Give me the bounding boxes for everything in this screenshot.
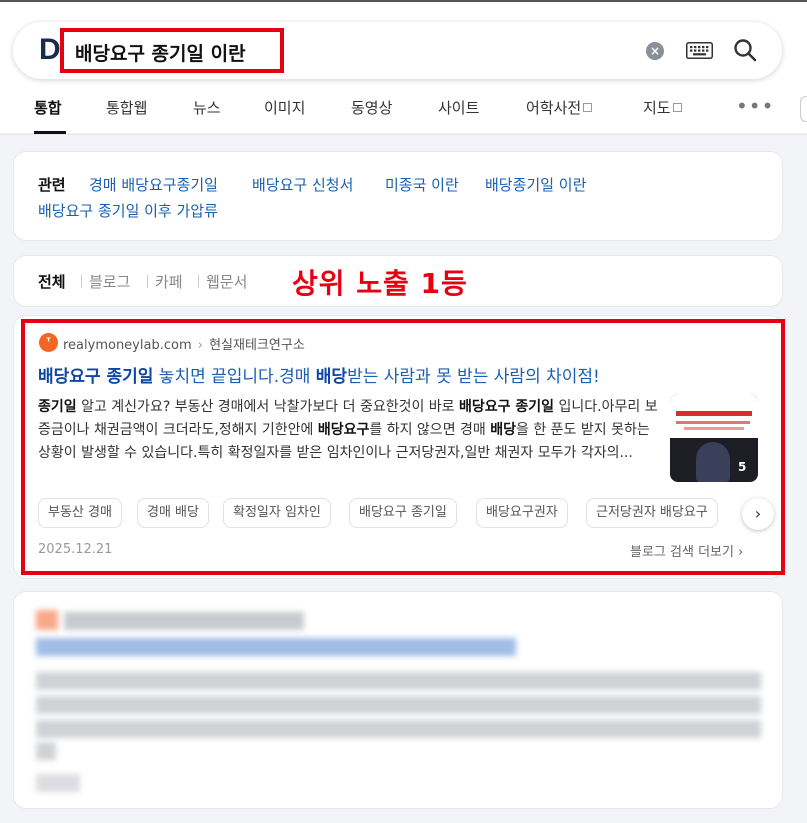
related-searches: 관련 경매 배당요구종기일 배당요구 신청서 미종국 이란 배당종기일 이란 배… bbox=[14, 152, 782, 240]
thumbnail-title-bar bbox=[676, 411, 752, 416]
tab-dictionary-label: 어학사전 bbox=[526, 99, 582, 117]
blurred-line bbox=[36, 742, 56, 760]
snippet-highlight: 종기일 bbox=[38, 399, 77, 415]
top-bar: D 배당요구 종기일 이란 × 통합 통합웹 뉴스 이미지 동영상 사이트 어학… bbox=[0, 0, 807, 135]
snippet-text: 알고 계신가요? 부동산 경매에서 낙찰가보다 더 중요한것이 바로 bbox=[76, 399, 460, 415]
blurred-line bbox=[36, 720, 761, 738]
keyboard-icon[interactable] bbox=[686, 42, 713, 59]
snippet-text: 를 하지 않으면 경매 bbox=[369, 422, 491, 438]
site-favicon-icon[interactable]: ᵀ bbox=[39, 333, 58, 352]
tab-map[interactable]: 지도 bbox=[643, 97, 682, 118]
keyword-chip[interactable]: 부동산 경매 bbox=[38, 498, 122, 528]
keyword-chip[interactable]: 확정일자 임차인 bbox=[223, 498, 331, 528]
related-link[interactable]: 배당요구 신청서 bbox=[252, 174, 353, 195]
breadcrumb-chevron-icon: › bbox=[197, 338, 203, 353]
search-query-text: 배당요구 종기일 이란 bbox=[75, 43, 246, 65]
related-title: 관련 bbox=[38, 176, 66, 194]
search-box[interactable]: D 배당요구 종기일 이란 × bbox=[13, 22, 782, 79]
related-link[interactable]: 배당요구 종기일 이후 가압류 bbox=[38, 200, 218, 221]
search-icon[interactable] bbox=[733, 38, 757, 62]
tab-images[interactable]: 이미지 bbox=[264, 97, 305, 118]
tab-integrated-web[interactable]: 통합웹 bbox=[106, 97, 147, 118]
thumbnail-text-line bbox=[676, 421, 750, 424]
thumbnail-banner bbox=[670, 394, 758, 438]
tab-integrated[interactable]: 통합 bbox=[34, 97, 62, 118]
keyword-chip[interactable]: 경매 배당 bbox=[137, 498, 209, 528]
result-source[interactable]: realymoneylab.com › 현실재테크연구소 bbox=[63, 334, 305, 353]
result-date: 2025.12.21 bbox=[38, 542, 113, 557]
result-domain: realymoneylab.com bbox=[63, 338, 192, 353]
title-text: 놓치면 끝입니다.경매 bbox=[153, 367, 316, 387]
snippet-highlight: 배당요구 종기일 bbox=[459, 399, 555, 415]
edge-button[interactable] bbox=[800, 96, 807, 122]
blurred-line bbox=[36, 696, 761, 714]
tab-dictionary[interactable]: 어학사전 bbox=[526, 97, 593, 118]
result-title-link[interactable]: 배당요구 종기일 놓치면 끝입니다.경매 배당받는 사람과 못 받는 사람의 차… bbox=[38, 362, 600, 387]
tab-map-label: 지도 bbox=[643, 99, 671, 117]
snippet-highlight: 배당요구 bbox=[317, 422, 370, 438]
keyword-chip[interactable]: 배당요구권자 bbox=[476, 498, 568, 528]
result-snippet[interactable]: 종기일 알고 계신가요? 부동산 경매에서 낙찰가보다 더 중요한것이 바로 배… bbox=[38, 396, 658, 465]
keyword-chip[interactable]: 근저당권자 배당요구 bbox=[586, 498, 718, 528]
blurred-title bbox=[36, 638, 516, 656]
filter-webdoc[interactable]: 웹문서 bbox=[206, 271, 247, 292]
chevron-right-icon[interactable]: › bbox=[742, 498, 774, 530]
logo[interactable]: D bbox=[39, 33, 61, 67]
tab-bar: 통합 통합웹 뉴스 이미지 동영상 사이트 어학사전 지도 ••• bbox=[0, 94, 807, 135]
tab-news[interactable]: 뉴스 bbox=[193, 97, 221, 118]
blurred-result-card bbox=[14, 592, 782, 808]
filter-divider bbox=[147, 275, 148, 288]
related-link[interactable]: 배당종기일 이란 bbox=[485, 174, 586, 195]
filter-blog[interactable]: 블로그 bbox=[89, 271, 130, 292]
rank-annotation: 상위 노출 1등 bbox=[292, 267, 468, 300]
filter-all[interactable]: 전체 bbox=[38, 271, 66, 292]
tab-video[interactable]: 동영상 bbox=[351, 97, 392, 118]
external-link-icon bbox=[672, 103, 682, 112]
filter-divider bbox=[198, 275, 199, 288]
external-link-icon bbox=[583, 103, 593, 112]
search-input[interactable]: 배당요구 종기일 이란 bbox=[60, 28, 284, 73]
divider bbox=[0, 134, 807, 135]
blurred-source bbox=[64, 612, 304, 630]
title-text: 받는 사람과 못 받는 사람의 차이점! bbox=[347, 367, 600, 387]
snippet-highlight: 배당 bbox=[490, 422, 516, 438]
tab-sites[interactable]: 사이트 bbox=[438, 97, 479, 118]
result-thumbnail[interactable]: 5 bbox=[670, 394, 758, 482]
blurred-favicon bbox=[36, 610, 58, 630]
blog-more-link[interactable]: 블로그 검색 더보기 › bbox=[630, 541, 743, 560]
blurred-date bbox=[36, 774, 80, 792]
related-link[interactable]: 미종국 이란 bbox=[385, 174, 459, 195]
thumbnail-person bbox=[696, 442, 730, 482]
keyword-chip[interactable]: 배당요구 종기일 bbox=[349, 498, 457, 528]
more-tabs-icon[interactable]: ••• bbox=[736, 94, 774, 118]
related-link[interactable]: 경매 배당요구종기일 bbox=[89, 174, 218, 195]
result-site-name: 현실재테크연구소 bbox=[209, 338, 305, 353]
thumbnail-text-line bbox=[684, 427, 744, 430]
thumbnail-count: 5 bbox=[738, 460, 747, 474]
blurred-line bbox=[36, 672, 761, 690]
title-highlight: 배당요구 종기일 bbox=[38, 367, 154, 387]
clear-icon[interactable]: × bbox=[646, 42, 664, 60]
filter-cafe[interactable]: 카페 bbox=[155, 271, 183, 292]
filter-divider bbox=[81, 275, 82, 288]
title-highlight: 배당 bbox=[315, 367, 348, 387]
